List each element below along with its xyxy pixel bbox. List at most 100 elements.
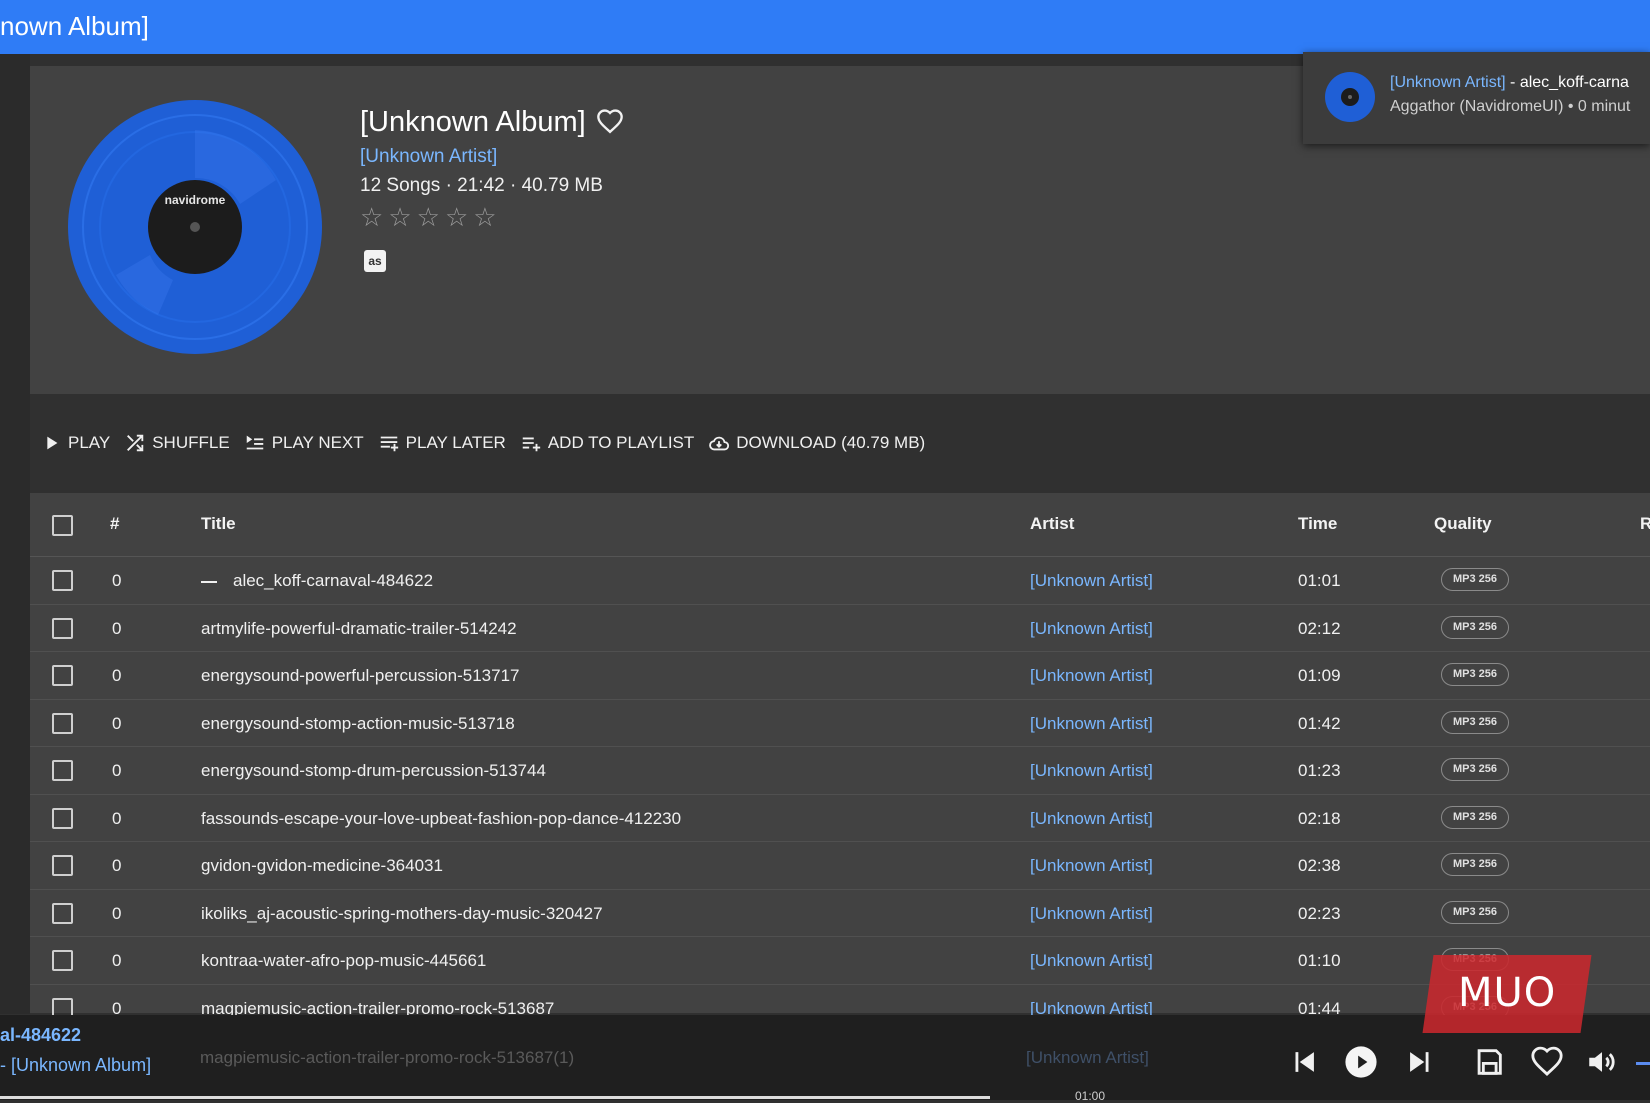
quality-badge: MP3 256 xyxy=(1441,853,1509,876)
track-title[interactable]: fassounds-escape-your-love-upbeat-fashio… xyxy=(201,809,681,829)
table-row[interactable]: 0 alec_koff-carnaval-484622 [Unknown Artis… xyxy=(30,557,1650,605)
track-title[interactable]: energysound-stomp-action-music-513718 xyxy=(201,714,515,734)
download-button[interactable]: DOWNLOAD (40.79 MB) xyxy=(708,432,925,454)
track-artist-link[interactable]: [Unknown Artist] xyxy=(1030,856,1153,876)
download-button-label: DOWNLOAD (40.79 MB) xyxy=(736,433,926,452)
table-row[interactable]: 0 energysound-powerful-percussion-513717 [… xyxy=(30,652,1650,700)
player-bar: magpiemusic-action-trailer-promo-rock-51… xyxy=(0,1015,1650,1103)
toast-title: [Unknown Artist] - alec_koff-carna xyxy=(1390,74,1629,92)
star-icon[interactable]: ☆ xyxy=(417,204,440,230)
cloud-download-icon xyxy=(709,436,730,451)
track-title[interactable]: alec_koff-carnaval-484622 xyxy=(233,571,433,591)
table-row[interactable]: 0 kontraa-water-afro-pop-music-445661 [Unk… xyxy=(30,937,1650,985)
player-album-link[interactable]: - [Unknown Album] xyxy=(0,1055,151,1076)
track-duration: 01:09 xyxy=(1298,666,1341,685)
now-playing-icon xyxy=(201,567,217,588)
now-playing-toast: [Unknown Artist] - alec_koff-carna Aggat… xyxy=(1303,52,1650,144)
track-artist-link[interactable]: [Unknown Artist] xyxy=(1030,571,1153,591)
save-queue-icon[interactable] xyxy=(1472,1045,1506,1079)
current-time: 01:00 xyxy=(1075,1089,1106,1103)
love-track-icon[interactable] xyxy=(1530,1045,1564,1079)
row-checkbox[interactable] xyxy=(52,665,73,686)
column-header-time[interactable]: Time xyxy=(1298,514,1337,534)
quality-badge: MP3 256 xyxy=(1441,663,1509,686)
track-title[interactable]: gvidon-gvidon-medicine-364031 xyxy=(201,856,443,876)
rating-stars[interactable]: ☆ ☆ ☆ ☆ ☆ xyxy=(360,204,497,230)
quality-badge: MP3 256 xyxy=(1441,568,1509,591)
shuffle-button[interactable]: SHUFFLE xyxy=(124,432,230,454)
track-title[interactable]: artmylife-powerful-dramatic-trailer-5142… xyxy=(201,619,517,639)
play-later-button[interactable]: PLAY LATER xyxy=(378,432,506,454)
column-header-title[interactable]: Title xyxy=(201,514,236,534)
track-title[interactable]: energysound-stomp-drum-percussion-513744 xyxy=(201,761,546,781)
shuffle-button-label: SHUFFLE xyxy=(152,433,230,452)
volume-icon[interactable] xyxy=(1585,1045,1619,1079)
star-icon[interactable]: ☆ xyxy=(388,204,411,230)
player-track-title[interactable]: al-484622 xyxy=(0,1025,81,1046)
track-artist-link[interactable]: [Unknown Artist] xyxy=(1030,951,1153,971)
track-title[interactable]: kontraa-water-afro-pop-music-445661 xyxy=(201,951,486,971)
watermark-logo: MUO xyxy=(1458,970,1557,1016)
track-duration: 01:23 xyxy=(1298,761,1341,780)
table-header: # Title Artist Time Quality R xyxy=(30,493,1650,557)
star-icon[interactable]: ☆ xyxy=(445,204,468,230)
column-header-number[interactable]: # xyxy=(110,514,119,534)
track-artist-link[interactable]: [Unknown Artist] xyxy=(1030,904,1153,924)
column-header-extra[interactable]: R xyxy=(1640,514,1650,534)
quality-badge: MP3 256 xyxy=(1441,710,1509,734)
page-title: nown Album] xyxy=(0,11,149,41)
column-header-quality[interactable]: Quality xyxy=(1434,514,1492,534)
track-number: 0 xyxy=(112,761,122,780)
play-pause-icon[interactable] xyxy=(1344,1045,1378,1079)
star-icon[interactable]: ☆ xyxy=(473,204,496,230)
track-number: 0 xyxy=(112,856,122,875)
add-to-playlist-button[interactable]: ADD TO PLAYLIST xyxy=(520,432,694,454)
track-duration: 02:18 xyxy=(1298,808,1341,828)
table-row[interactable]: 0 artmylife-powerful-dramatic-trailer-514… xyxy=(30,605,1650,652)
play-icon xyxy=(47,436,58,450)
column-header-artist[interactable]: Artist xyxy=(1030,514,1074,534)
album-stats: 12 Songs · 21:42 · 40.79 MB xyxy=(360,175,603,196)
row-checkbox[interactable] xyxy=(52,617,73,639)
track-duration: 02:12 xyxy=(1298,618,1341,638)
quality-badge: MP3 256 xyxy=(1441,615,1509,639)
table-row[interactable]: 0 gvidon-gvidon-medicine-364031 [Unknown A… xyxy=(30,842,1650,890)
row-checkbox[interactable] xyxy=(52,807,73,829)
playlist-add-icon xyxy=(522,437,540,452)
play-next-button[interactable]: PLAY NEXT xyxy=(244,432,364,454)
track-duration: 01:42 xyxy=(1298,713,1341,733)
progress-bar[interactable] xyxy=(0,1096,990,1099)
play-button[interactable]: PLAY xyxy=(40,432,110,454)
track-title[interactable]: energysound-powerful-percussion-513717 xyxy=(201,666,519,686)
star-icon[interactable]: ☆ xyxy=(360,204,383,230)
row-checkbox[interactable] xyxy=(52,760,73,781)
heart-icon[interactable] xyxy=(596,108,624,136)
track-number: 0 xyxy=(112,571,122,590)
toast-subtitle: Aggathor (NavidromeUI) • 0 minut xyxy=(1390,98,1631,115)
row-checkbox[interactable] xyxy=(52,712,73,734)
table-row[interactable]: 0 ikoliks_aj-acoustic-spring-mothers-day-… xyxy=(30,890,1650,937)
select-all-checkbox[interactable] xyxy=(52,515,73,536)
row-checkbox[interactable] xyxy=(52,570,73,591)
track-artist-link[interactable]: [Unknown Artist] xyxy=(1030,619,1153,639)
track-artist-link[interactable]: [Unknown Artist] xyxy=(1030,666,1153,686)
row-checkbox[interactable] xyxy=(52,855,73,876)
album-artist-link[interactable]: [Unknown Artist] xyxy=(360,146,497,168)
track-title[interactable]: ikoliks_aj-acoustic-spring-mothers-day-m… xyxy=(201,904,603,924)
next-track-icon[interactable] xyxy=(1403,1045,1437,1079)
track-artist-link[interactable]: [Unknown Artist] xyxy=(1030,761,1153,781)
table-row[interactable]: 0 energysound-stomp-drum-percussion-51374… xyxy=(30,747,1650,795)
table-row[interactable]: 0 fassounds-escape-your-love-upbeat-fashi… xyxy=(30,795,1650,842)
table-row[interactable]: 0 energysound-stomp-action-music-513718 [U… xyxy=(30,700,1650,747)
lastfm-icon[interactable]: as xyxy=(364,250,386,272)
sidebar-edge xyxy=(0,54,30,1014)
track-artist-link[interactable]: [Unknown Artist] xyxy=(1030,809,1153,829)
track-artist-link[interactable]: [Unknown Artist] xyxy=(1030,714,1153,734)
toast-artist-link[interactable]: [Unknown Artist] xyxy=(1390,74,1506,91)
row-checkbox[interactable] xyxy=(52,902,73,924)
hidden-row-artist: [Unknown Artist] xyxy=(1026,1048,1149,1067)
add-to-playlist-button-label: ADD TO PLAYLIST xyxy=(547,433,695,452)
volume-slider[interactable] xyxy=(1636,1062,1650,1065)
row-checkbox[interactable] xyxy=(52,950,73,971)
previous-track-icon[interactable] xyxy=(1287,1045,1321,1079)
